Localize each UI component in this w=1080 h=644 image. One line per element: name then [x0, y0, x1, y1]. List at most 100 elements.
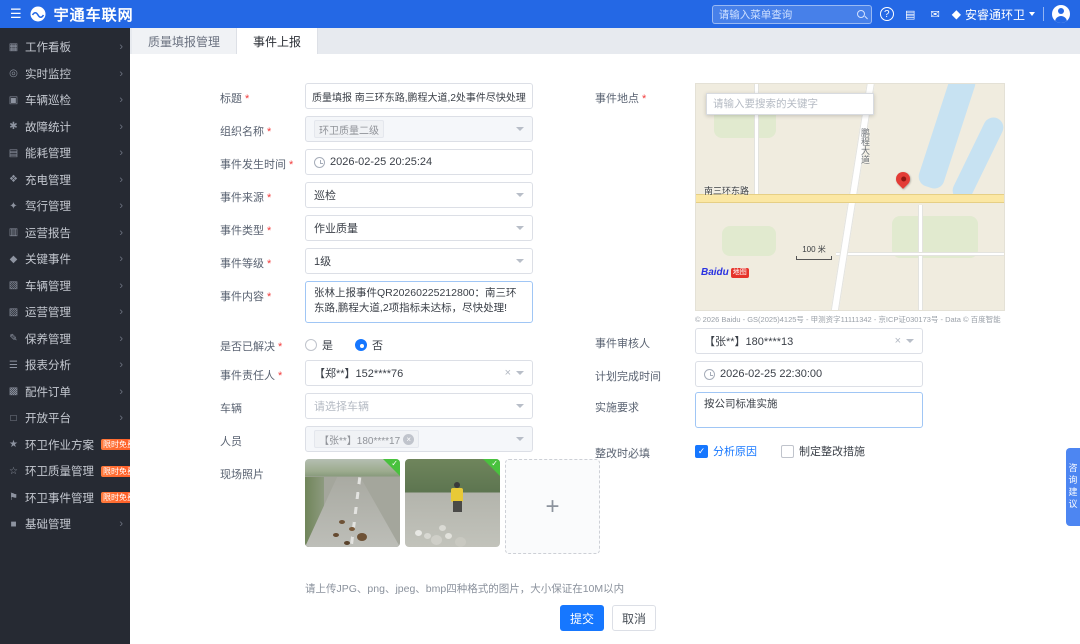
remove-tag-icon[interactable]: ×	[403, 434, 414, 445]
scene-photo-road[interactable]: ✓	[305, 459, 400, 547]
map-marker-icon[interactable]	[893, 169, 913, 189]
upload-photo-button[interactable]: +	[505, 459, 600, 554]
sidebar-item-key-events[interactable]: ◆关键事件›	[0, 246, 130, 273]
vehicle-label: 车辆	[220, 393, 305, 416]
road-name-label: 鹏程大道	[859, 128, 872, 164]
clock-icon	[314, 157, 325, 168]
menu-search-input[interactable]: 请输入菜单查询	[712, 5, 872, 24]
reviewer-select[interactable]: 【张**】180****13 ×	[695, 328, 923, 354]
inspection-icon: ▣	[7, 95, 20, 106]
sidebar-item-realtime-monitor[interactable]: ◎实时监控›	[0, 61, 130, 88]
map-road	[918, 205, 923, 311]
map-green-area	[722, 226, 776, 256]
content-textarea[interactable]: 张林上报事件QR20260225212800：南三环东路,鹏程大道,2项指标未达…	[305, 281, 533, 323]
map-search-input[interactable]	[706, 93, 874, 115]
worker-legs	[453, 501, 462, 512]
help-icon[interactable]: ?	[880, 7, 894, 21]
resolved-no-radio[interactable]: 否	[355, 337, 383, 353]
tab-quality-report[interactable]: 质量填报管理	[132, 28, 237, 54]
cancel-button[interactable]: 取消	[612, 605, 656, 631]
sidebar-item-workboard[interactable]: ▦工作看板›	[0, 34, 130, 61]
clock-icon	[704, 369, 715, 380]
sidebar-item-fault-stats[interactable]: ✱故障统计›	[0, 114, 130, 141]
responsible-select[interactable]: 【郑**】152****76 ×	[305, 360, 533, 386]
requirement-row: 实施要求 按公司标准实施	[595, 392, 923, 428]
analyze-cause-checkbox[interactable]: ✓分析原因	[695, 443, 757, 459]
chevron-right-icon: ›	[119, 227, 123, 239]
trash	[415, 530, 422, 536]
occur-time-picker[interactable]: 2026-02-25 20:25:24	[305, 149, 533, 175]
chevron-down-icon	[516, 371, 524, 375]
content-label: 事件内容*	[220, 281, 305, 304]
sidebar-item-charging[interactable]: ❖充电管理›	[0, 167, 130, 194]
sidebar-item-driving[interactable]: ✦驾行管理›	[0, 193, 130, 220]
person-select[interactable]: 【张**】180****17×	[305, 426, 533, 452]
clear-icon[interactable]: ×	[895, 336, 901, 347]
chevron-down-icon	[1029, 12, 1035, 16]
sidebar-item-basic-mgmt[interactable]: ■基础管理›	[0, 511, 130, 538]
org-switcher[interactable]: ◆ 安睿通环卫	[952, 6, 1035, 23]
search-icon	[857, 10, 865, 18]
platform-icon: □	[7, 413, 20, 424]
org-select[interactable]: 环卫质量二级	[305, 116, 533, 142]
plan-time-label: 计划完成时间	[595, 361, 695, 384]
event-icon: ⚑	[7, 492, 20, 503]
chevron-down-icon	[516, 259, 524, 263]
map-road	[836, 252, 1004, 256]
chevron-right-icon: ›	[119, 333, 123, 345]
type-label: 事件类型*	[220, 215, 305, 238]
sidebar-item-operation-report[interactable]: ▥运营报告›	[0, 220, 130, 247]
limited-free-badge: 限时免费	[101, 492, 130, 503]
quality-icon: ☆	[7, 466, 20, 477]
type-select[interactable]: 作业质量	[305, 215, 533, 241]
chevron-right-icon: ›	[119, 200, 123, 212]
avatar[interactable]	[1052, 5, 1070, 23]
message-icon[interactable]: ✉	[927, 6, 944, 23]
chevron-right-icon: ›	[119, 253, 123, 265]
map[interactable]: 南三环东路 鹏程大道 Baidu 地图 100 米	[695, 83, 1005, 311]
vehicle-icon: ▧	[7, 280, 20, 291]
menu-toggle-icon[interactable]: ☰	[10, 6, 22, 22]
sidebar-item-report-analysis[interactable]: ☰报表分析›	[0, 352, 130, 379]
key-event-icon: ◆	[7, 254, 20, 265]
content-row: 事件内容* 张林上报事件QR20260225212800：南三环东路,鹏程大道,…	[220, 281, 533, 323]
level-row: 事件等级* 1级	[220, 248, 533, 274]
fault-icon: ✱	[7, 121, 20, 132]
map-copyright: © 2026 Baidu - GS(2025)4125号 - 甲测资字11111…	[695, 314, 1075, 325]
source-label: 事件来源*	[220, 182, 305, 205]
scale-bar	[796, 256, 832, 260]
app-window: ☰ 宇通车联网 请输入菜单查询 ? ▤ ✉ ◆ 安睿通环卫 ▦工作看板› ◎实时…	[0, 0, 1080, 644]
plan-time-picker[interactable]: 2026-02-25 22:30:00	[695, 361, 923, 387]
occur-time-label: 事件发生时间*	[220, 149, 305, 172]
chevron-right-icon: ›	[119, 280, 123, 292]
sidebar-item-sanitation-plan[interactable]: ★环卫作业方案限时免费›	[0, 432, 130, 459]
sidebar-item-open-platform[interactable]: □开放平台›	[0, 405, 130, 432]
sidebar-item-vehicle-mgmt[interactable]: ▧车辆管理›	[0, 273, 130, 300]
submit-button[interactable]: 提交	[560, 605, 604, 631]
clear-icon[interactable]: ×	[505, 368, 511, 379]
sidebar-item-operation-mgmt[interactable]: ▨运营管理›	[0, 299, 130, 326]
chevron-right-icon: ›	[119, 94, 123, 106]
rectify-measures-checkbox[interactable]: ✓制定整改措施	[781, 443, 865, 459]
sidebar-item-sanitation-event[interactable]: ⚑环卫事件管理限时免费›	[0, 485, 130, 512]
sanitation-plan-icon: ★	[7, 439, 20, 450]
source-select[interactable]: 巡检	[305, 182, 533, 208]
tab-event-upload[interactable]: 事件上报	[237, 28, 318, 54]
sidebar-item-vehicle-inspection[interactable]: ▣车辆巡检›	[0, 87, 130, 114]
sidebar-item-maintenance[interactable]: ✎保养管理›	[0, 326, 130, 353]
document-icon[interactable]: ▤	[902, 6, 919, 23]
worker-vest	[451, 488, 463, 502]
sidebar-item-energy[interactable]: ▤能耗管理›	[0, 140, 130, 167]
level-select[interactable]: 1级	[305, 248, 533, 274]
sidebar-item-parts-order[interactable]: ▩配件订单›	[0, 379, 130, 406]
sidebar-item-sanitation-quality[interactable]: ☆环卫质量管理限时免费›	[0, 458, 130, 485]
title-input[interactable]	[305, 83, 533, 109]
resolved-yes-radio[interactable]: 是	[305, 337, 333, 353]
chevron-right-icon: ›	[119, 306, 123, 318]
scene-photo-worker[interactable]: ✓	[405, 459, 500, 547]
requirement-textarea[interactable]: 按公司标准实施	[695, 392, 923, 428]
checkbox-icon: ✓	[781, 445, 794, 458]
vehicle-select[interactable]: 请选择车辆	[305, 393, 533, 419]
responsible-label: 事件责任人*	[220, 360, 305, 383]
feedback-side-tab[interactable]: 咨询建议	[1066, 448, 1080, 526]
